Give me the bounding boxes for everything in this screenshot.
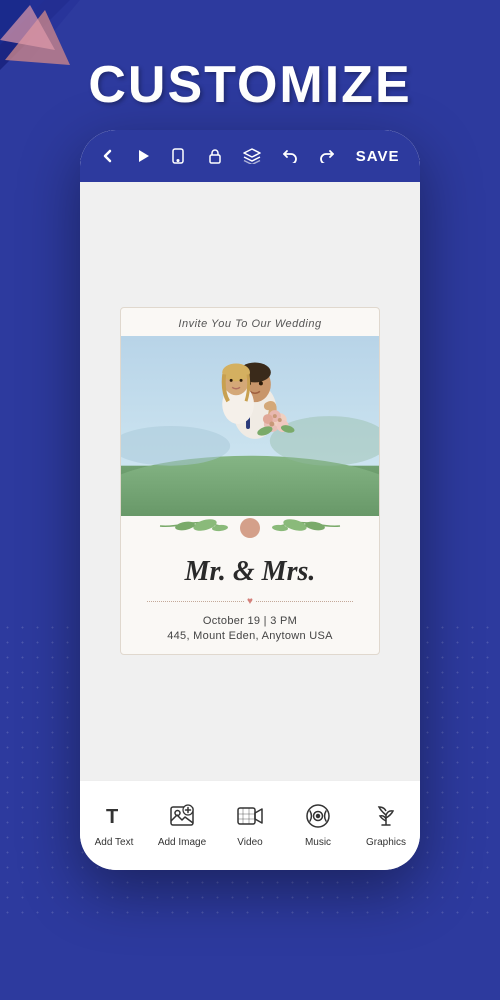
svg-text:T: T [106, 806, 118, 828]
tab-music[interactable]: Music [288, 803, 348, 848]
text-icon: T [101, 803, 127, 833]
heart-icon: ♥ [247, 596, 253, 607]
card-title: Mr. & Mrs. [185, 548, 316, 594]
device-button[interactable] [165, 144, 193, 168]
tab-video-label: Video [237, 837, 262, 848]
tab-add-text[interactable]: T Add Text [84, 803, 144, 848]
music-icon [305, 803, 331, 833]
play-button[interactable] [130, 145, 156, 167]
layers-button[interactable] [237, 144, 267, 168]
tab-graphics[interactable]: Graphics [356, 803, 416, 848]
editor-toolbar: SAVE [80, 130, 420, 182]
tab-video[interactable]: Video [220, 803, 280, 848]
card-venue: 445, Mount Eden, Anytown USA [167, 630, 333, 654]
back-button[interactable] [95, 145, 121, 167]
page-title: CUSTOMIZE [0, 55, 500, 115]
card-header: Invite You To Our Wedding [178, 308, 321, 336]
tab-add-image[interactable]: Add Image [152, 803, 212, 848]
wedding-photo [121, 336, 379, 516]
tab-graphics-label: Graphics [366, 837, 406, 848]
center-circle [240, 518, 260, 538]
card-area: Invite You To Our Wedding [80, 182, 420, 780]
graphics-icon [373, 803, 399, 833]
phone-mockup: SAVE Invite You To Our Wedding [80, 130, 420, 870]
tab-music-label: Music [305, 837, 331, 848]
floral-divider [121, 508, 379, 548]
video-icon [237, 803, 263, 833]
redo-button[interactable] [313, 145, 341, 167]
lock-button[interactable] [202, 144, 228, 168]
tab-add-image-label: Add Image [158, 837, 206, 848]
tab-bar: T Add Text Add Image [80, 780, 420, 870]
undo-button[interactable] [276, 145, 304, 167]
tab-add-text-label: Add Text [95, 837, 134, 848]
wedding-card: Invite You To Our Wedding [120, 307, 380, 655]
dot-divider: ♥ [147, 594, 353, 609]
card-date: October 19 | 3 PM [203, 609, 297, 630]
image-icon [169, 803, 195, 833]
save-button[interactable]: SAVE [350, 144, 406, 169]
